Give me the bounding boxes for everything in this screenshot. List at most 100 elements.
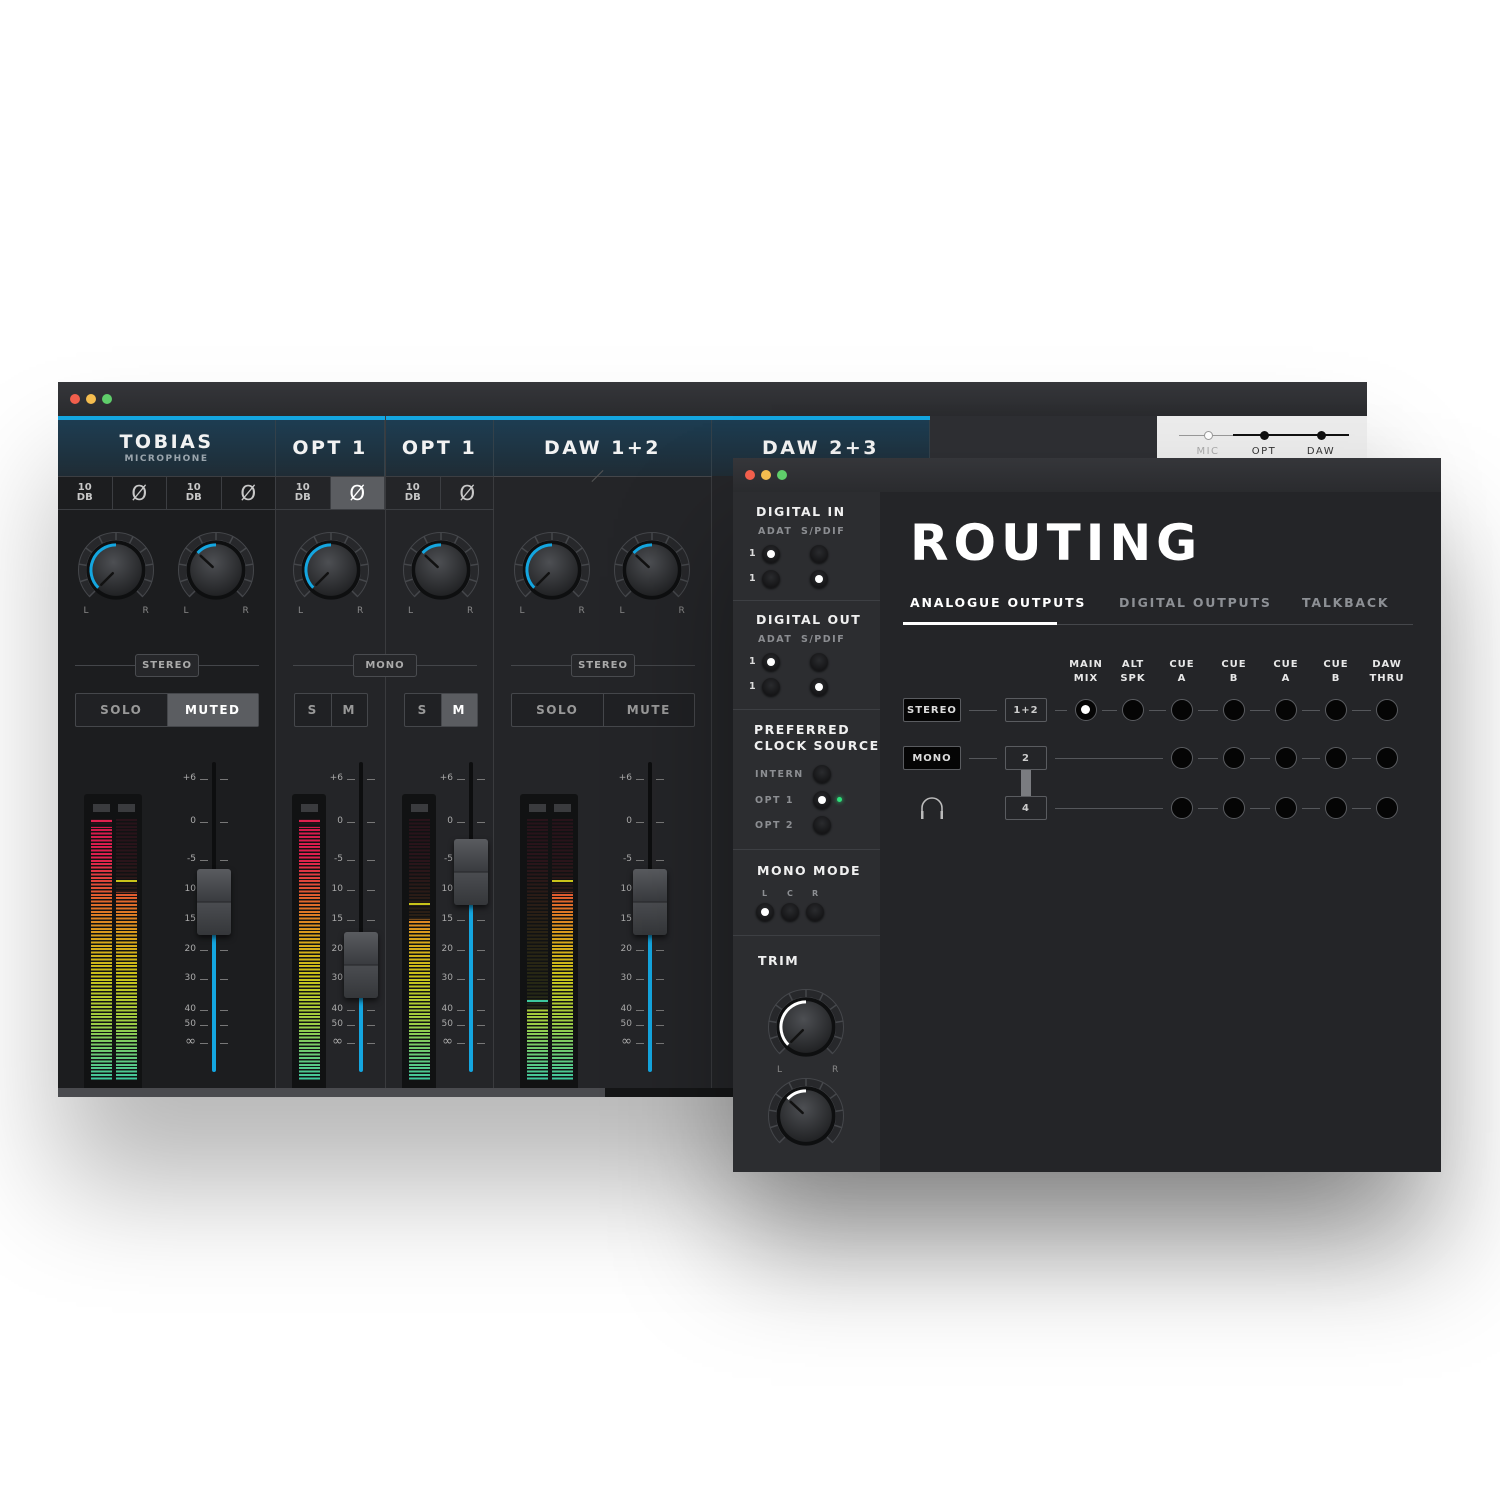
output-type-label[interactable]: MONO: [903, 746, 961, 770]
selector-node[interactable]: [1260, 431, 1269, 440]
radio-button[interactable]: [762, 570, 780, 588]
pan-knob[interactable]: [610, 528, 694, 612]
fader-handle[interactable]: [197, 869, 231, 935]
solo-button[interactable]: S: [295, 694, 331, 726]
routing-node[interactable]: [1171, 797, 1193, 819]
selector-label[interactable]: OPT: [1244, 446, 1284, 457]
pan-knob[interactable]: [510, 528, 594, 612]
pad-10db-button[interactable]: 10 DB: [167, 477, 222, 509]
clock-radio[interactable]: [813, 765, 831, 783]
fader-tick: [347, 822, 355, 823]
pad-10db-button[interactable]: 10 DB: [276, 477, 331, 509]
trim-knob[interactable]: [764, 985, 848, 1069]
minimize-button[interactable]: [761, 470, 771, 480]
close-button[interactable]: [70, 394, 80, 404]
channel-name[interactable]: OPT 1: [276, 437, 384, 459]
minimize-button[interactable]: [86, 394, 96, 404]
channel-mode-button[interactable]: MONO: [353, 654, 417, 677]
routing-node[interactable]: [1075, 699, 1097, 721]
routing-node[interactable]: [1275, 699, 1297, 721]
phase-invert-button[interactable]: Ø: [330, 477, 385, 509]
output-channel-box[interactable]: 2: [1005, 746, 1047, 770]
mono-radio[interactable]: [781, 903, 799, 921]
channel-name[interactable]: DAW 2+3: [712, 437, 929, 459]
meter-bar: [299, 819, 320, 1081]
mute-button[interactable]: MUTED: [166, 694, 258, 726]
radio-button[interactable]: [762, 653, 780, 671]
routing-node[interactable]: [1325, 699, 1347, 721]
routing-node[interactable]: [1376, 699, 1398, 721]
solo-button[interactable]: S: [405, 694, 441, 726]
source-selector[interactable]: MIC OPT DAW: [1157, 416, 1367, 458]
close-button[interactable]: [745, 470, 755, 480]
channel-mode-button[interactable]: STEREO: [135, 654, 199, 677]
solo-button[interactable]: SOLO: [76, 694, 167, 726]
fader-handle[interactable]: [344, 931, 378, 998]
pan-knob[interactable]: [289, 528, 373, 612]
phase-invert-button[interactable]: Ø: [441, 477, 495, 509]
tab-talkback[interactable]: TALKBACK: [1302, 595, 1389, 610]
selector-label[interactable]: DAW: [1301, 446, 1341, 457]
routing-node[interactable]: [1376, 747, 1398, 769]
mono-radio[interactable]: [756, 903, 774, 921]
zoom-button[interactable]: [102, 394, 112, 404]
mute-button[interactable]: MUTE: [602, 694, 695, 726]
fader-handle[interactable]: [633, 869, 667, 935]
clock-radio[interactable]: [813, 790, 831, 809]
clock-radio[interactable]: [813, 816, 831, 834]
output-type-label[interactable]: STEREO: [903, 698, 961, 722]
phase-invert-button[interactable]: Ø: [222, 477, 276, 509]
column-header-line1: CUE: [1221, 659, 1247, 670]
routing-node[interactable]: [1376, 797, 1398, 819]
pan-knob[interactable]: [399, 528, 483, 612]
pan-knob[interactable]: [74, 528, 158, 612]
tab-digital-outputs[interactable]: DIGITAL OUTPUTS: [1119, 595, 1272, 610]
channel-name[interactable]: OPT 1: [386, 437, 493, 459]
routing-node[interactable]: [1223, 797, 1245, 819]
fader-scale-label: 30: [620, 973, 632, 983]
radio-button[interactable]: [810, 545, 828, 563]
routing-node[interactable]: [1223, 699, 1245, 721]
radio-button[interactable]: [810, 653, 828, 671]
horizontal-scrollbar-thumb[interactable]: [58, 1088, 605, 1097]
channel-name[interactable]: DAW 1+2: [494, 437, 711, 459]
radio-button[interactable]: [762, 678, 780, 696]
selector-node[interactable]: [1317, 431, 1326, 440]
fader-tick: [220, 979, 228, 980]
pad-10db-button[interactable]: 10 DB: [58, 477, 113, 509]
solo-button[interactable]: SOLO: [512, 694, 603, 726]
radio-button[interactable]: [810, 678, 828, 696]
fader-scale-label: +6: [618, 773, 632, 783]
routing-node[interactable]: [1171, 699, 1193, 721]
radio-button[interactable]: [810, 570, 828, 588]
mute-button[interactable]: M: [330, 694, 368, 726]
phase-invert-button[interactable]: Ø: [113, 477, 167, 509]
zoom-button[interactable]: [777, 470, 787, 480]
pad-10db-button[interactable]: 10 DB: [386, 477, 441, 509]
routing-node[interactable]: [1325, 797, 1347, 819]
pan-knob[interactable]: [174, 528, 258, 612]
tab-analogue-outputs[interactable]: ANALOGUE OUTPUTS: [910, 595, 1086, 610]
mono-radio[interactable]: [806, 903, 824, 921]
fader-tick: [220, 822, 228, 823]
mute-button[interactable]: M: [440, 694, 477, 726]
selector-label[interactable]: MIC: [1188, 446, 1228, 457]
fader-scale-label: 50: [620, 1019, 632, 1029]
output-channel-box[interactable]: 1+2: [1005, 698, 1047, 722]
fader-handle[interactable]: [454, 839, 488, 905]
selector-node[interactable]: [1204, 431, 1213, 440]
section-divider: [733, 849, 880, 850]
radio-button[interactable]: [762, 545, 780, 563]
output-channel-box[interactable]: 4: [1005, 796, 1047, 820]
routing-node[interactable]: [1275, 797, 1297, 819]
routing-node[interactable]: [1223, 747, 1245, 769]
routing-node[interactable]: [1122, 699, 1144, 721]
mono-option-label: R: [812, 889, 820, 898]
routing-node[interactable]: [1325, 747, 1347, 769]
routing-node[interactable]: [1171, 747, 1193, 769]
channel-mode-button[interactable]: STEREO: [571, 654, 635, 677]
routing-node[interactable]: [1275, 747, 1297, 769]
fader-tick: [367, 779, 375, 780]
trim-knob[interactable]: [764, 1074, 848, 1158]
channel-name[interactable]: TOBIAS: [58, 431, 275, 453]
